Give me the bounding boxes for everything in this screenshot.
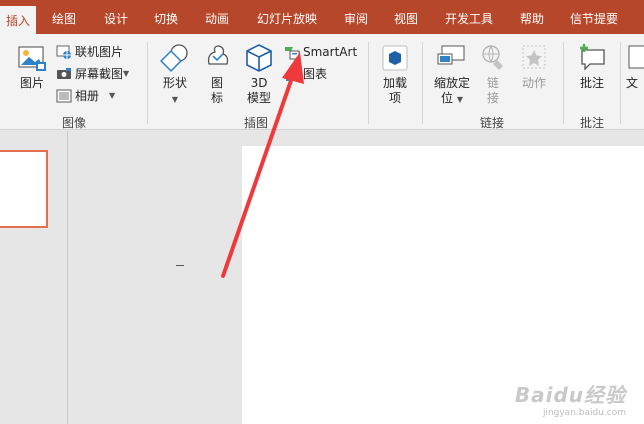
link-label-line1: 链 [486,76,499,90]
group-divider [620,42,621,124]
comment-icon [580,44,605,71]
chevron-down-icon: ▼ [171,95,179,104]
tab-design[interactable]: 设计 [104,0,128,34]
group-divider [563,42,564,124]
group-label-links: 链接 [480,116,505,130]
ribbon: 图片 联机图片 屏幕截图 ▼ 相册 ▼ 图像 形状 ▼ 图 标 3D 模型 Sm… [0,34,644,130]
tab-draw[interactable]: 绘图 [52,0,76,34]
screenshot-button[interactable]: 屏幕截图 ▼ [56,64,129,84]
cube-icon [246,44,272,72]
picture-label: 图片 [19,76,44,90]
smartart-button[interactable]: SmartArt [284,42,357,62]
chevron-down-icon: ▼ [456,95,463,104]
star-icon [522,45,546,69]
3d-models-label-line1: 3D [250,76,268,90]
comment-label: 批注 [579,76,604,90]
shapes-icon [160,44,188,72]
group-label-images: 图像 [62,116,87,130]
link-label-line2: 接 [486,91,499,105]
icons-label-line2: 标 [210,91,223,105]
album-icon [56,89,72,103]
link-icon [482,45,503,70]
textbox-icon [628,45,644,69]
shapes-label: 形状 [162,76,187,90]
group-label-comments: 批注 [580,116,605,130]
tab-developer[interactable]: 开发工具 [445,0,493,34]
tab-slideshow[interactable]: 幻灯片放映 [257,0,317,34]
album-button[interactable]: 相册 ▼ [56,86,115,106]
group-divider [422,42,423,124]
tab-view[interactable]: 视图 [394,0,418,34]
text-group-partial-label: 文 [626,76,639,90]
link-button[interactable]: 链 接 [476,42,510,106]
online-picture-button[interactable]: 联机图片 [56,42,123,62]
ribbon-tab-bar: 插入 绘图 设计 切换 动画 幻灯片放映 审阅 视图 开发工具 帮助 信节提要 [0,0,644,34]
screenshot-icon [57,68,71,79]
online-picture-icon [56,45,71,59]
screenshot-label: 屏幕截图 [75,67,124,81]
tab-review[interactable]: 审阅 [344,0,368,34]
action-label: 动作 [521,76,546,90]
zoom-label-line2: 位 ▼ [441,91,463,105]
icons-icon [207,45,229,65]
smartart-label: SmartArt [303,45,358,59]
chart-icon [286,70,297,81]
chart-button[interactable]: 图表 [284,64,327,84]
online-picture-label: 联机图片 [75,45,124,59]
album-label: 相册 [75,89,100,103]
icons-button[interactable]: 图 标 [200,42,234,106]
watermark-brand: Baidu经验 [514,383,626,407]
slide-thumbnail-pane [0,131,68,424]
addins-icon [382,45,408,71]
chevron-down-icon: ▼ [123,69,130,78]
zoom-button[interactable]: 缩放定 位 ▼ [428,42,476,107]
group-label-illustrations: 插图 [244,116,269,130]
tab-animations[interactable]: 动画 [205,0,229,34]
action-button[interactable]: 动作 [514,42,554,91]
group-divider [368,42,369,124]
addins-label-line1: 加载 [382,76,407,90]
picture-button[interactable]: 图片 [12,42,52,91]
zoom-icon [437,45,465,65]
zoom-label-line1: 缩放定 [433,76,470,90]
slide-thumbnail[interactable] [0,150,48,228]
3d-models-label-line2: 模型 [246,91,271,105]
tab-help[interactable]: 帮助 [520,0,544,34]
addins-button[interactable]: 加载 项 [376,42,414,106]
shapes-button[interactable]: 形状 ▼ [156,42,194,105]
icons-label-line1: 图 [210,76,223,90]
watermark-url: jingyan.baidu.com [542,408,626,418]
group-divider [147,42,148,124]
comment-button[interactable]: 批注 [572,42,612,91]
text-box-button[interactable]: 文 [626,42,644,91]
tab-insert[interactable]: 插入 [0,6,37,34]
smartart-icon [285,47,300,60]
chevron-down-icon: ▼ [109,91,116,100]
tab-storyline[interactable]: 信节提要 [570,0,618,34]
tab-transitions[interactable]: 切换 [154,0,178,34]
picture-icon [18,46,46,71]
cursor-mark [176,265,184,266]
addins-label-line2: 项 [388,91,401,105]
chart-label: 图表 [303,67,328,81]
watermark: Baidu经验 jingyan.baidu.com [515,379,626,418]
3d-models-button[interactable]: 3D 模型 [240,42,278,106]
